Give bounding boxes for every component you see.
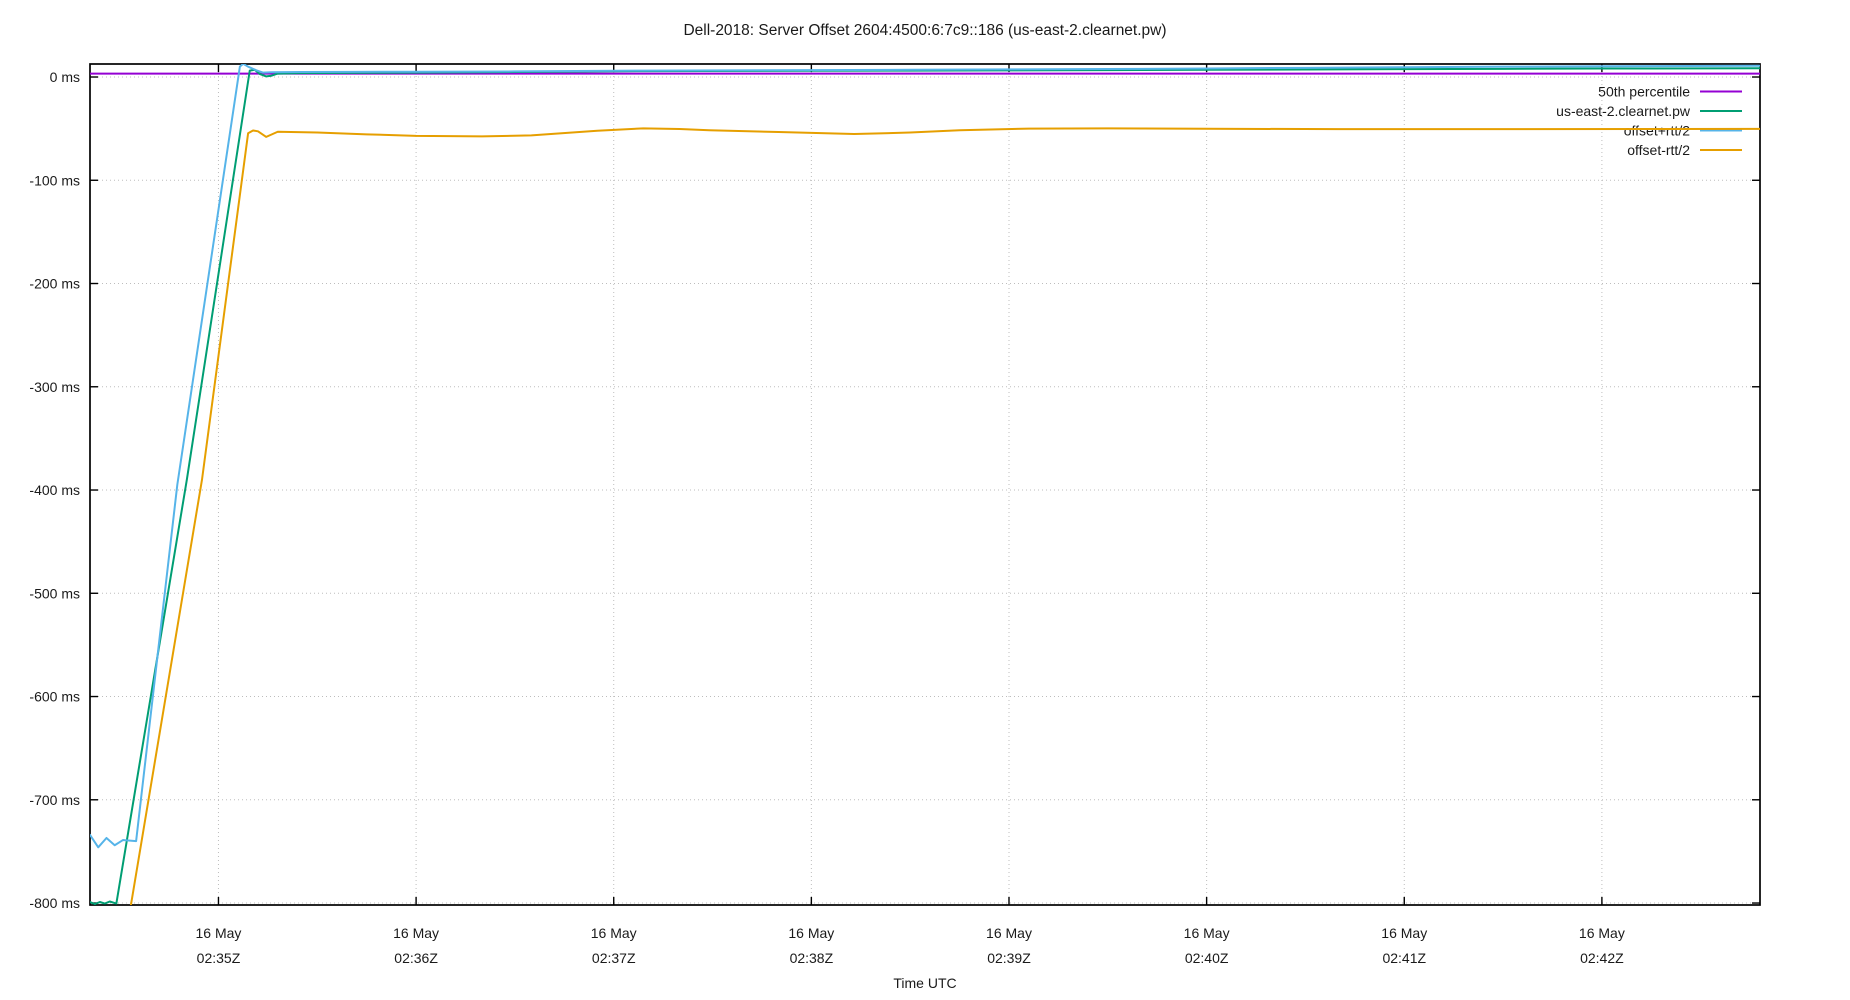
y-tick-label: -100 ms [29, 172, 80, 188]
x-tick-label-date: 16 May [1381, 925, 1427, 941]
legend-label: 50th percentile [1598, 84, 1690, 100]
x-tick-label-time: 02:42Z [1580, 950, 1624, 966]
x-tick-label-date: 16 May [196, 925, 242, 941]
x-tick-label-time: 02:37Z [592, 950, 636, 966]
x-tick-label-date: 16 May [986, 925, 1032, 941]
x-tick-label-time: 02:36Z [394, 950, 438, 966]
plot-border [89, 63, 1761, 906]
x-tick-label-date: 16 May [788, 925, 834, 941]
plot-area: 50th percentile us-east-2.clearnet.pw offs… [29, 63, 1761, 966]
series-line-offset-rtt-2 [90, 64, 1760, 849]
x-tick-label-time: 02:40Z [1185, 950, 1229, 966]
x-tick-label-time: 02:41Z [1382, 950, 1426, 966]
y-tick-label: -500 ms [29, 585, 80, 601]
x-tick-label-date: 16 May [393, 925, 439, 941]
legend-label: offset+rtt/2 [1624, 123, 1690, 139]
y-tick-label: -200 ms [29, 276, 80, 292]
x-tick-label-time: 02:38Z [790, 950, 834, 966]
y-tick-label: -600 ms [29, 689, 80, 705]
legend-label: us-east-2.clearnet.pw [1556, 103, 1691, 119]
x-tick-label-time: 02:39Z [987, 950, 1031, 966]
series-line-offset-rtt-2 [129, 127, 1760, 905]
x-tick-label-date: 16 May [591, 925, 637, 941]
chart-root: Dell-2018: Server Offset 2604:4500:6:7c9… [0, 0, 1850, 1000]
x-axis-title: Time UTC [893, 975, 957, 991]
series-line-us-east-2-clearnet-pw [90, 67, 1760, 905]
x-tick-label-time: 02:35Z [197, 950, 241, 966]
y-tick-label: -700 ms [29, 792, 80, 808]
x-tick-label-date: 16 May [1184, 925, 1230, 941]
x-tick-label-date: 16 May [1579, 925, 1625, 941]
y-tick-label: -400 ms [29, 482, 80, 498]
y-tick-label: -800 ms [29, 895, 80, 911]
legend-label: offset-rtt/2 [1627, 142, 1690, 158]
y-tick-label: 0 ms [50, 69, 80, 85]
y-tick-label: -300 ms [29, 379, 80, 395]
